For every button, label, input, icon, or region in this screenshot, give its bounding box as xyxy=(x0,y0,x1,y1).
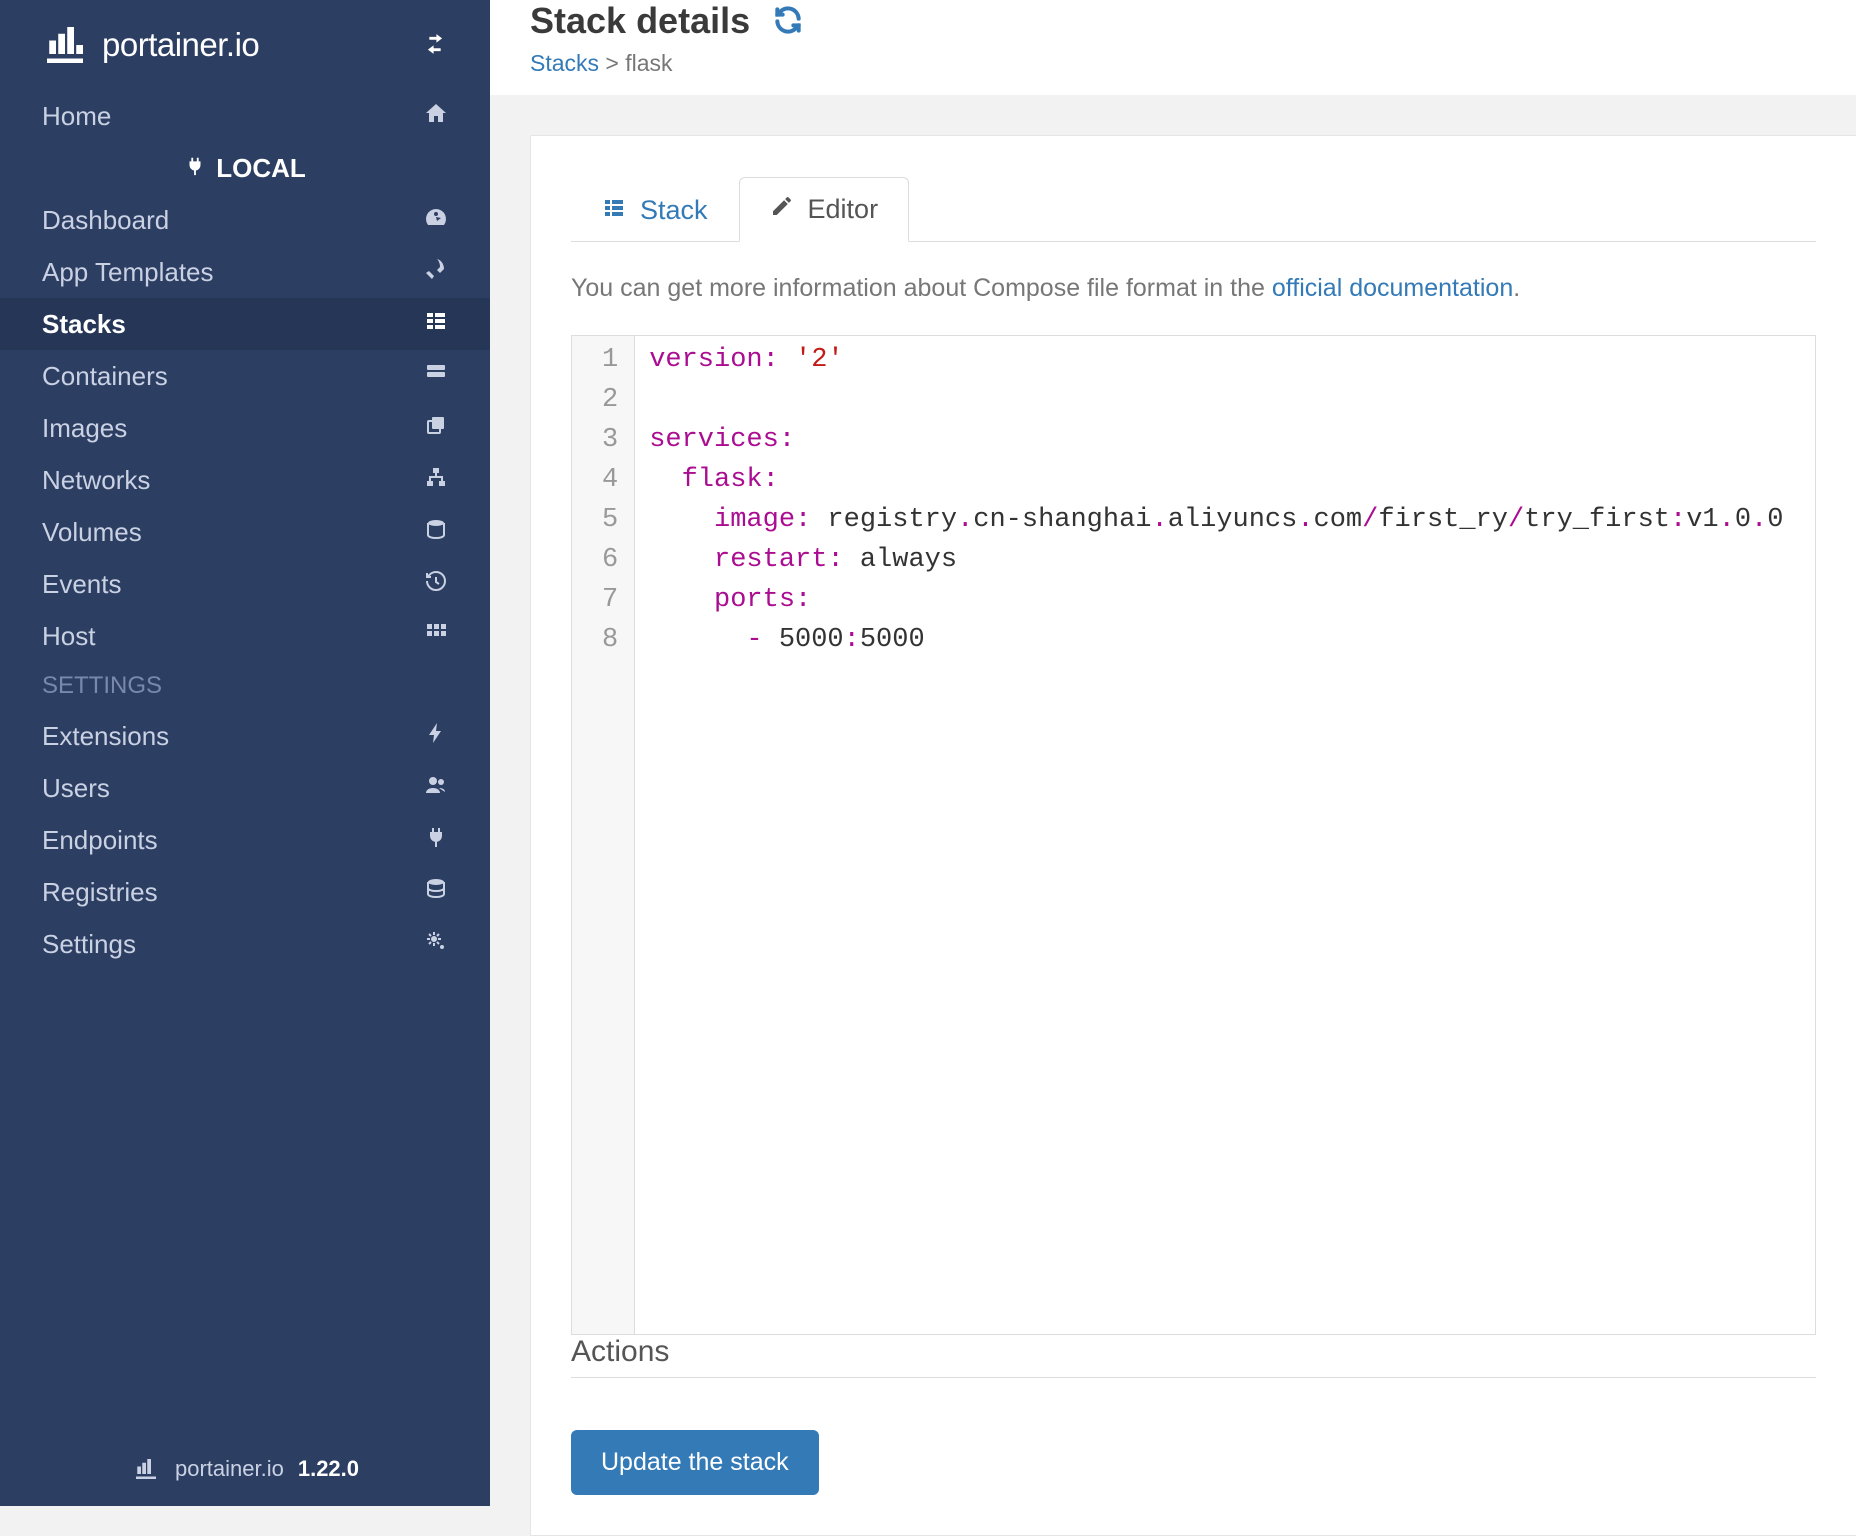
compose-editor[interactable]: 12345678 version: '2' services: flask: i… xyxy=(571,335,1816,1335)
sidebar-item-networks[interactable]: Networks xyxy=(0,454,490,506)
sidebar-item-label: Events xyxy=(42,569,122,600)
sidebar-footer: portainer.io 1.22.0 xyxy=(0,1432,490,1506)
local-label: LOCAL xyxy=(216,153,306,184)
version-label: 1.22.0 xyxy=(298,1456,359,1482)
tab-editor[interactable]: Editor xyxy=(739,177,910,242)
sidebar-item-dashboard[interactable]: Dashboard xyxy=(0,194,490,246)
portainer-logo-icon xyxy=(38,18,92,72)
sidebar-item-volumes[interactable]: Volumes xyxy=(0,506,490,558)
bolt-icon xyxy=(424,721,448,752)
plug-icon xyxy=(184,153,206,184)
rocket-icon xyxy=(424,257,448,288)
section-label: SETTINGS xyxy=(42,672,162,700)
sidebar-item-label: Settings xyxy=(42,929,136,960)
brand-logo[interactable]: portainer.io xyxy=(38,18,259,72)
compose-hint: You can get more information about Compo… xyxy=(571,274,1816,303)
hint-suffix: . xyxy=(1513,274,1520,302)
sidebar-item-label: Endpoints xyxy=(42,825,158,856)
tab-stack[interactable]: Stack xyxy=(571,177,739,242)
sidebar-item-label: Volumes xyxy=(42,517,142,548)
sidebar-item-home[interactable]: Home xyxy=(0,90,490,142)
refresh-icon[interactable] xyxy=(772,4,804,39)
hdd-icon xyxy=(424,517,448,548)
sidebar-toggle-icon[interactable] xyxy=(418,27,452,64)
brand-text: portainer.io xyxy=(102,26,259,64)
line-gutter: 12345678 xyxy=(572,336,635,1334)
sidebar-item-label: Dashboard xyxy=(42,205,169,236)
sidebar-item-host[interactable]: Host xyxy=(0,610,490,662)
breadcrumb: Stacks > flask xyxy=(530,50,1816,77)
tab-label: Stack xyxy=(640,195,708,226)
sidebar-item-registries[interactable]: Registries xyxy=(0,866,490,918)
database-icon xyxy=(424,877,448,908)
sidebar-item-settings[interactable]: Settings xyxy=(0,918,490,970)
sidebar: portainer.io Home LOCAL Dashboard App Te… xyxy=(0,0,490,1506)
editor-panel: Stack Editor You can get more informatio… xyxy=(530,135,1856,1536)
th-icon xyxy=(424,621,448,652)
history-icon xyxy=(424,569,448,600)
sidebar-item-label: Stacks xyxy=(42,309,126,340)
topbar: Stack details Stacks > flask xyxy=(490,0,1856,95)
official-documentation-link[interactable]: official documentation xyxy=(1272,274,1513,302)
breadcrumb-sep: > xyxy=(599,50,625,76)
page-title: Stack details xyxy=(530,0,750,42)
content: Stack Editor You can get more informatio… xyxy=(490,95,1856,1536)
env-local-header: LOCAL xyxy=(0,142,490,194)
sidebar-item-label: Host xyxy=(42,621,95,652)
sidebar-item-users[interactable]: Users xyxy=(0,762,490,814)
sidebar-item-label: App Templates xyxy=(42,257,214,288)
divider xyxy=(571,1377,1816,1378)
sidebar-item-stacks[interactable]: Stacks xyxy=(0,298,490,350)
sidebar-item-app-templates[interactable]: App Templates xyxy=(0,246,490,298)
portainer-footer-icon xyxy=(131,1454,161,1484)
home-icon xyxy=(424,101,448,132)
sidebar-item-label: Extensions xyxy=(42,721,169,752)
sidebar-item-images[interactable]: Images xyxy=(0,402,490,454)
tab-label: Editor xyxy=(808,194,879,225)
cogs-icon xyxy=(424,929,448,960)
sidebar-item-events[interactable]: Events xyxy=(0,558,490,610)
sidebar-item-extensions[interactable]: Extensions xyxy=(0,710,490,762)
sidebar-item-label: Containers xyxy=(42,361,168,392)
sidebar-item-endpoints[interactable]: Endpoints xyxy=(0,814,490,866)
breadcrumb-current: flask xyxy=(625,50,672,76)
hint-prefix: You can get more information about Compo… xyxy=(571,274,1272,302)
sidebar-section-settings: SETTINGS xyxy=(0,662,490,710)
sidebar-item-containers[interactable]: Containers xyxy=(0,350,490,402)
pencil-icon xyxy=(770,194,794,225)
sidebar-header: portainer.io xyxy=(0,0,490,90)
sitemap-icon xyxy=(424,465,448,496)
sidebar-item-label: Registries xyxy=(42,877,158,908)
th-list-icon xyxy=(602,195,626,226)
breadcrumb-stacks-link[interactable]: Stacks xyxy=(530,50,599,76)
sidebar-item-label: Networks xyxy=(42,465,150,496)
footer-brand: portainer.io xyxy=(175,1456,284,1482)
tachometer-icon xyxy=(424,205,448,236)
users-icon xyxy=(424,773,448,804)
sidebar-item-label: Home xyxy=(42,101,111,132)
update-stack-button[interactable]: Update the stack xyxy=(571,1430,819,1495)
plug-icon xyxy=(424,825,448,856)
compose-code[interactable]: version: '2' services: flask: image: reg… xyxy=(635,336,1797,1334)
sidebar-item-label: Users xyxy=(42,773,110,804)
server-icon xyxy=(424,361,448,392)
th-list-icon xyxy=(424,309,448,340)
tabs: Stack Editor xyxy=(571,176,1816,242)
actions-header: Actions xyxy=(571,1335,1816,1369)
clone-icon xyxy=(424,413,448,444)
sidebar-item-label: Images xyxy=(42,413,127,444)
main: Stack details Stacks > flask Stack Edito… xyxy=(490,0,1856,1506)
